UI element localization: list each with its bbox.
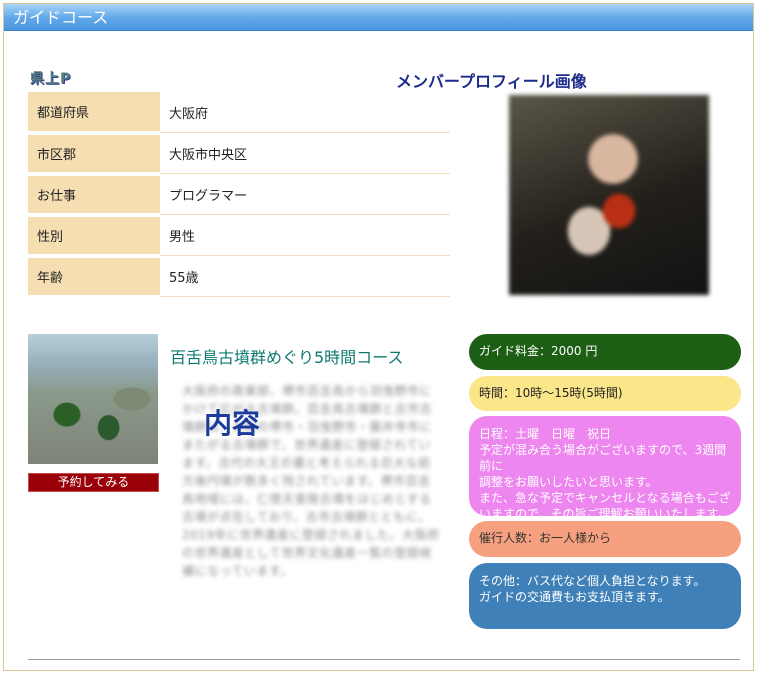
other-line: ガイドの交通費もお支払頂きます。: [479, 590, 670, 604]
window-title: ガイドコース: [4, 4, 753, 31]
row-label: 年齢: [28, 255, 160, 299]
content-heading: 内容: [204, 407, 261, 440]
reserve-button[interactable]: 予約してみる: [28, 473, 159, 492]
schedule-line: いますので、その旨ご理解お願いいたします。: [479, 507, 730, 521]
schedule-line: 日程：土曜 日曜 祝日: [479, 427, 612, 441]
other-line: その他：バス代など個人負担となります。: [479, 574, 706, 588]
table-row: 都道府県 大阪府: [28, 92, 450, 135]
other-badge: その他：バス代など個人負担となります。 ガイドの交通費もお支払頂きます。: [469, 563, 741, 629]
table-row: お仕事 プログラマー: [28, 173, 450, 217]
table-row: 年齢 55歳: [28, 255, 450, 299]
schedule-line: 調整をお願いしたいと思います。: [479, 475, 658, 489]
footer-divider: [28, 659, 740, 660]
table-row: 市区郡 大阪市中央区: [28, 132, 450, 176]
row-value: 55歳: [160, 255, 450, 297]
row-value: 大阪市中央区: [160, 132, 450, 174]
profile-portrait-image: [509, 95, 709, 295]
time-badge: 時間：10時～15時(5時間): [469, 376, 741, 411]
schedule-line: また、急な予定でキャンセルとなる場合もござ: [479, 491, 731, 505]
row-value: 大阪府: [160, 92, 450, 133]
course-aerial-image: [28, 334, 158, 464]
profile-logo: 県上P: [30, 71, 72, 87]
people-badge: 催行人数：お一人様から: [469, 521, 741, 557]
schedule-badge: 日程：土曜 日曜 祝日 予定が混み合う場合がございますので、3週間前に 調整をお…: [469, 416, 741, 521]
row-label: 市区郡: [28, 132, 160, 176]
schedule-line: 予定が混み合う場合がございますので、3週間前に: [479, 443, 727, 473]
guide-fee-badge: ガイド料金：2000 円: [469, 334, 741, 370]
row-label: 都道府県: [28, 92, 160, 135]
main-frame: ガイドコース 県上P メンバープロフィール画像 都道府県 大阪府 市区郡 大阪市…: [3, 3, 754, 671]
profile-image-title: メンバープロフィール画像: [396, 72, 587, 91]
row-label: お仕事: [28, 173, 160, 217]
course-title: 百舌鳥古墳群めぐり5時間コース: [170, 348, 404, 367]
row-label: 性別: [28, 214, 160, 258]
row-value: 男性: [160, 214, 450, 256]
profile-table: 都道府県 大阪府 市区郡 大阪市中央区 お仕事 プログラマー 性別 男性 年齢 …: [28, 92, 450, 299]
table-row: 性別 男性: [28, 214, 450, 258]
row-value: プログラマー: [160, 173, 450, 215]
